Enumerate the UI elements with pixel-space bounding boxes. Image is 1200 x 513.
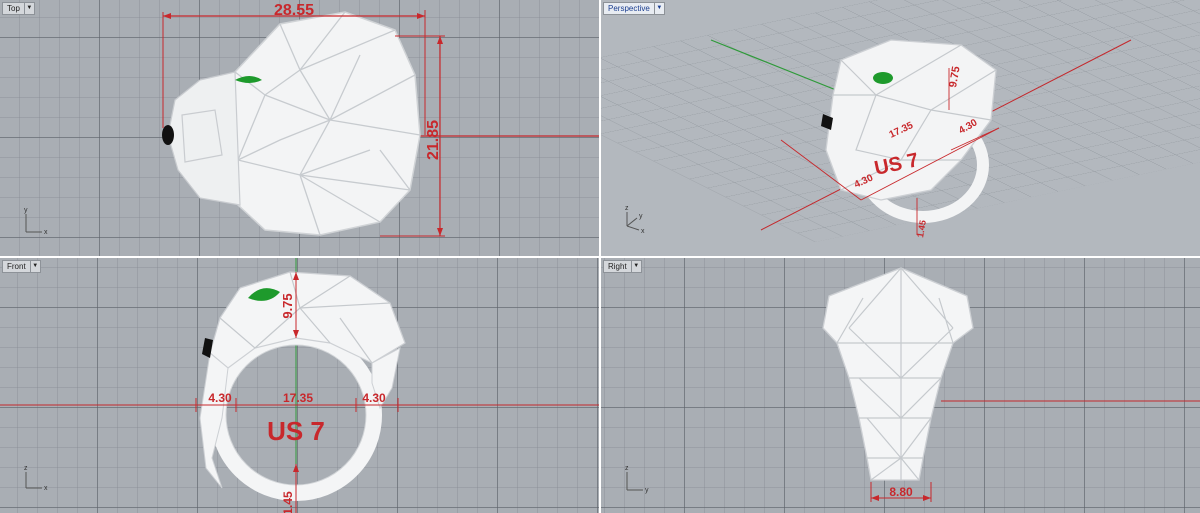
svg-text:x: x: [44, 485, 48, 492]
viewport-tab-front[interactable]: Front ▼: [2, 260, 41, 273]
top-view-scene: 28.55 21.85 y x: [24, 2, 599, 237]
viewport-label: Front: [7, 262, 26, 271]
dropdown-arrow-icon[interactable]: ▼: [23, 3, 34, 14]
dropdown-arrow-icon[interactable]: ▼: [653, 3, 664, 14]
ring-model-right[interactable]: [822, 267, 974, 481]
dimension-label-height: 21.85: [425, 120, 442, 160]
axis-gizmo: y x: [24, 207, 48, 236]
dimension-label-width: 28.55: [274, 2, 314, 19]
svg-text:x: x: [641, 228, 645, 235]
svg-text:y: y: [645, 487, 649, 494]
perspective-scene: US 7 9.75 4.30 17.35 4.30 1.45 z y x: [601, 0, 1200, 243]
dropdown-arrow-icon[interactable]: ▼: [630, 261, 641, 272]
viewport-tab-perspective[interactable]: Perspective ▼: [603, 2, 665, 15]
svg-text:z: z: [625, 205, 629, 212]
axis-gizmo: z x: [24, 465, 48, 492]
viewport-tab-right[interactable]: Right ▼: [603, 260, 642, 273]
axis-gizmo: z y x: [625, 205, 645, 235]
viewport-right[interactable]: Right ▼ 8.80 z y: [601, 258, 1200, 513]
viewport-tab-top[interactable]: Top ▼: [2, 2, 35, 15]
nose-gem: [162, 125, 174, 145]
dimension-label-center: 17.35: [283, 391, 313, 405]
front-view-scene: US 7 9.75 4.30 17.35 4.30 1.45 z x: [0, 258, 599, 513]
eye-gem: [873, 72, 893, 84]
dimension-label-width: 8.80: [889, 485, 913, 499]
ring-model-top[interactable]: [162, 11, 421, 236]
dimension-label-right: 4.30: [362, 391, 386, 405]
ring-size-label: US 7: [267, 416, 325, 446]
svg-text:z: z: [24, 465, 28, 472]
dropdown-arrow-icon[interactable]: ▼: [29, 261, 40, 272]
ring-model-front[interactable]: [199, 271, 406, 501]
svg-text:y: y: [639, 213, 643, 220]
dimension-label-top: 9.75: [280, 293, 295, 318]
viewport-top[interactable]: Top ▼ 28.55 21.85 y x: [0, 0, 599, 256]
dimension-label-left: 4.30: [208, 391, 232, 405]
dimension-label-bottom: 1.45: [281, 491, 295, 513]
axis-gizmo: z y: [625, 465, 649, 494]
right-view-scene: 8.80 z y: [625, 267, 1200, 502]
dimension-label-e: 1.45: [915, 219, 928, 238]
svg-text:z: z: [625, 465, 629, 472]
viewport-front[interactable]: Front ▼ US 7 9.75 4.30 17.35 4.30 1.45 z…: [0, 258, 599, 513]
svg-text:x: x: [44, 229, 48, 236]
svg-text:y: y: [24, 207, 28, 214]
viewport-perspective[interactable]: Perspective ▼ US 7 9.75 4.30 17.35 4.30 …: [601, 0, 1200, 256]
viewport-label: Right: [608, 262, 627, 271]
viewport-label: Top: [7, 4, 20, 13]
viewport-label: Perspective: [608, 4, 650, 13]
